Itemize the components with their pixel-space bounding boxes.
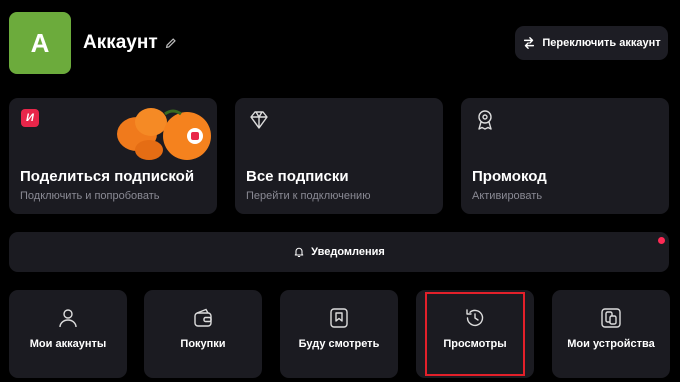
- diamond-icon: [250, 111, 268, 129]
- bell-icon: [294, 247, 304, 258]
- page-title-group: Аккаунт: [83, 32, 178, 54]
- page-title: Аккаунт: [83, 32, 158, 53]
- tile-my-accounts[interactable]: Мои аккаунты: [9, 290, 127, 378]
- card-subtitle: Перейти к подключению: [246, 190, 371, 202]
- card-promocode[interactable]: Промокод Активировать: [461, 98, 669, 214]
- tile-label: Буду смотреть: [298, 338, 380, 350]
- mandarin-image: [117, 108, 211, 160]
- tile-label: Мои устройства: [567, 338, 655, 350]
- notifications-button[interactable]: Уведомления: [9, 232, 669, 272]
- card-all-subscriptions[interactable]: Все подписки Перейти к подключению: [235, 98, 443, 214]
- card-title: Все подписки: [246, 168, 349, 185]
- wallet-icon: [194, 308, 212, 327]
- card-share-subscription[interactable]: И Поделиться подпиской Подключить и попр…: [9, 98, 217, 214]
- tile-my-devices[interactable]: Мои устройства: [552, 290, 670, 378]
- avatar[interactable]: A: [9, 12, 71, 74]
- card-subtitle: Подключить и попробовать: [20, 190, 160, 202]
- switch-account-button[interactable]: Переключить аккаунт: [515, 26, 668, 60]
- edit-icon[interactable]: [164, 36, 178, 50]
- switch-account-label: Переключить аккаунт: [542, 37, 661, 49]
- tile-watch-later[interactable]: Буду смотреть: [280, 290, 398, 378]
- tile-label: Покупки: [180, 338, 226, 350]
- tile-label: Мои аккаунты: [29, 338, 107, 350]
- user-icon: [59, 309, 77, 328]
- notifications-label: Уведомления: [311, 246, 385, 258]
- card-subtitle: Активировать: [472, 190, 543, 202]
- tile-purchases[interactable]: Покупки: [144, 290, 262, 378]
- notification-dot: [658, 237, 665, 244]
- card-title: Промокод: [472, 168, 547, 185]
- devices-icon: [601, 308, 621, 328]
- award-icon: [478, 110, 492, 130]
- selection-highlight: [425, 292, 525, 376]
- bookmark-icon: [330, 308, 348, 328]
- swap-icon: [524, 37, 535, 49]
- kion-badge: И: [21, 109, 39, 127]
- card-title: Поделиться подпиской: [20, 168, 195, 185]
